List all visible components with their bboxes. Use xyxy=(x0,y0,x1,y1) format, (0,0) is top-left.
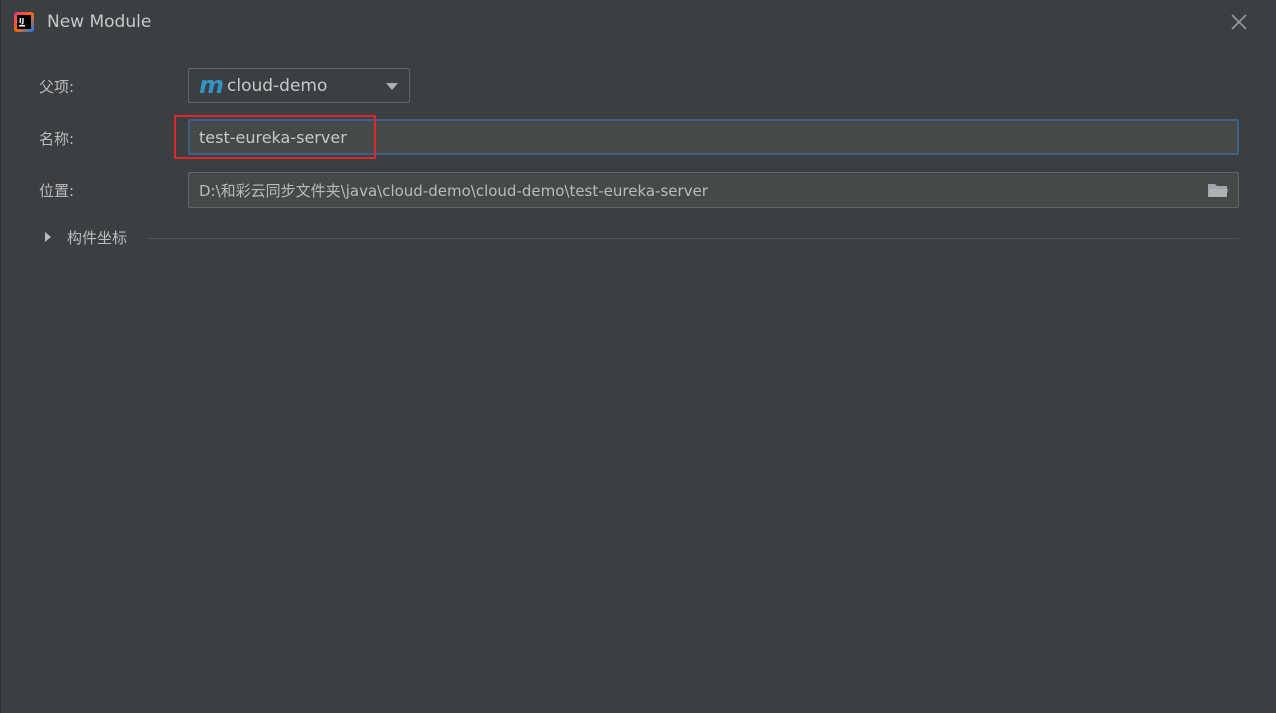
folder-icon[interactable] xyxy=(1207,181,1229,199)
expand-arrow-icon xyxy=(45,232,51,242)
parent-label: 父项: xyxy=(39,78,75,96)
svg-text:IJ: IJ xyxy=(19,17,24,25)
name-input[interactable] xyxy=(188,119,1239,155)
new-module-dialog: IJ New Module 父项: m cloud-demo 名称: 位置: 构… xyxy=(0,0,1276,713)
location-label: 位置: xyxy=(39,182,75,200)
location-input[interactable] xyxy=(188,172,1239,208)
window-title: New Module xyxy=(47,12,152,32)
artifact-coordinates-label: 构件坐标 xyxy=(67,229,128,247)
intellij-idea-icon: IJ xyxy=(14,12,34,32)
section-divider xyxy=(147,238,1239,239)
name-label: 名称: xyxy=(39,130,75,148)
parent-select-value: cloud-demo xyxy=(227,76,328,96)
dropdown-arrow-icon xyxy=(386,83,398,90)
close-icon[interactable] xyxy=(1229,12,1249,32)
parent-select[interactable]: m cloud-demo xyxy=(188,68,410,103)
title-bar: IJ New Module xyxy=(1,0,1276,44)
maven-module-icon: m xyxy=(199,71,225,99)
